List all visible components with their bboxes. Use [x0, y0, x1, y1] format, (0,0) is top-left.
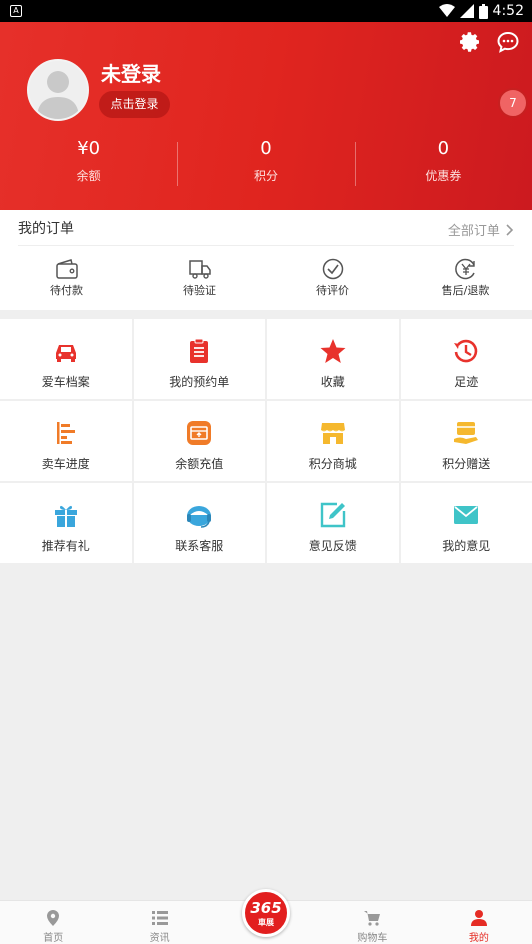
grid-item-customer-service[interactable]: 联系客服	[133, 483, 265, 563]
stat-points[interactable]: 0 积分	[177, 134, 354, 190]
stat-balance[interactable]: ¥0 余额	[0, 134, 177, 190]
username: 未登录	[101, 62, 161, 86]
feature-grid: 爱车档案 我的预约单 收藏 足迹 卖车进度 余额充值 积分商城 积分赠送 推荐有…	[0, 319, 532, 563]
grid-label: 我的意见	[442, 539, 491, 553]
car-icon	[55, 345, 76, 362]
all-orders-label: 全部订单	[447, 224, 500, 239]
tab-cart[interactable]: 购物车	[319, 901, 425, 944]
history-icon	[454, 339, 478, 363]
stat-label: 余额	[76, 169, 101, 183]
grid-item-feedback[interactable]: 意见反馈	[267, 483, 399, 563]
stat-value: 0	[437, 138, 450, 159]
order-label: 待验证	[183, 284, 216, 297]
app-notification-icon: A	[10, 5, 22, 17]
gift-card-hand-icon	[454, 422, 479, 444]
tab-center[interactable]: 365 車展	[213, 889, 319, 944]
order-after-sales[interactable]: 售后/退款	[399, 246, 532, 310]
grid-label: 积分商城	[308, 457, 357, 471]
default-avatar-icon	[37, 71, 79, 119]
tab-mine[interactable]: 我的	[426, 901, 532, 944]
grid-item-sale-progress[interactable]: 卖车进度	[0, 401, 132, 481]
tab-news[interactable]: 资讯	[106, 901, 212, 944]
order-label: 售后/退款	[441, 284, 490, 297]
bottom-tab-bar: 首页 资讯 365 車展 购物车 我的	[0, 889, 532, 944]
message-bubble-icon[interactable]	[496, 30, 520, 54]
check-circle-icon	[322, 258, 343, 280]
progress-bars-icon	[56, 422, 75, 444]
star-icon	[320, 339, 346, 363]
profile-header: 未登录 点击登录 7 ¥0 余额 0 积分 0 优惠券	[0, 22, 532, 210]
all-orders-link[interactable]: 全部订单	[448, 220, 514, 239]
clipboard-icon	[190, 338, 209, 363]
gift-icon	[54, 505, 77, 527]
grid-label: 爱车档案	[41, 375, 90, 389]
grid-item-car-profile[interactable]: 爱车档案	[0, 319, 132, 399]
clock: 4:52	[492, 3, 524, 19]
grid-item-my-opinions[interactable]: 我的意见	[400, 483, 532, 563]
signal-icon	[459, 4, 474, 18]
order-label: 待付款	[50, 284, 83, 297]
tab-label: 首页	[43, 933, 64, 944]
battery-icon	[478, 3, 488, 19]
wallet-icon	[55, 259, 78, 279]
grid-label: 我的预约单	[169, 375, 230, 389]
settings-gear-icon[interactable]	[458, 30, 482, 54]
headset-icon	[187, 506, 212, 528]
account-stats: ¥0 余额 0 积分 0 优惠券	[0, 134, 532, 190]
order-pending-payment[interactable]: 待付款	[0, 246, 133, 310]
wifi-icon	[438, 4, 455, 17]
store-icon	[320, 423, 345, 444]
logo-number: 365	[250, 899, 282, 917]
stat-value: 0	[260, 138, 272, 159]
grid-label: 意见反馈	[308, 539, 357, 553]
avatar[interactable]	[27, 59, 89, 121]
grid-item-balance-recharge[interactable]: 余额充值	[133, 401, 265, 481]
grid-item-referral-gift[interactable]: 推荐有礼	[0, 483, 132, 563]
yen-refund-icon	[454, 258, 475, 280]
truck-icon	[188, 260, 211, 279]
grid-label: 足迹	[454, 375, 479, 389]
stat-label: 优惠券	[425, 169, 462, 183]
tab-home[interactable]: 首页	[0, 901, 106, 944]
status-bar: A 4:52	[0, 0, 532, 22]
grid-item-points-gift[interactable]: 积分赠送	[400, 401, 532, 481]
mail-icon	[454, 506, 479, 524]
grid-item-footprints[interactable]: 足迹	[400, 319, 532, 399]
edit-icon	[320, 502, 345, 528]
order-label: 待评价	[316, 284, 349, 297]
orders-title: 我的订单	[18, 221, 74, 237]
grid-item-points-mall[interactable]: 积分商城	[267, 401, 399, 481]
grid-item-favorites[interactable]: 收藏	[267, 319, 399, 399]
floating-badge[interactable]: 7	[498, 88, 528, 118]
tab-label: 我的	[468, 933, 489, 944]
chevron-right-icon	[506, 224, 514, 236]
grid-label: 余额充值	[175, 457, 224, 471]
order-pending-review[interactable]: 待评价	[266, 246, 399, 310]
person-icon	[470, 910, 487, 926]
stat-label: 积分	[253, 169, 278, 183]
list-icon	[151, 911, 168, 925]
location-pin-icon	[47, 910, 60, 926]
grid-label: 收藏	[320, 375, 345, 389]
logo-subtext: 車展	[258, 918, 275, 927]
order-pending-verify[interactable]: 待验证	[133, 246, 266, 310]
cart-icon	[364, 911, 381, 926]
login-button[interactable]: 点击登录	[99, 91, 170, 118]
grid-label: 积分赠送	[442, 457, 491, 471]
grid-label: 卖车进度	[41, 457, 90, 471]
365-logo-button[interactable]: 365 車展	[242, 889, 291, 937]
grid-label: 联系客服	[175, 539, 224, 553]
stat-coupons[interactable]: 0 优惠券	[354, 134, 532, 190]
recharge-icon	[187, 421, 212, 445]
stat-value: ¥0	[77, 138, 101, 159]
tab-label: 购物车	[357, 933, 388, 944]
orders-section: 我的订单 全部订单 待付款 待验证 待评价 售后/退款	[0, 210, 532, 310]
grid-label: 推荐有礼	[41, 539, 90, 553]
grid-item-my-appointments[interactable]: 我的预约单	[133, 319, 265, 399]
tab-label: 资讯	[149, 933, 170, 944]
